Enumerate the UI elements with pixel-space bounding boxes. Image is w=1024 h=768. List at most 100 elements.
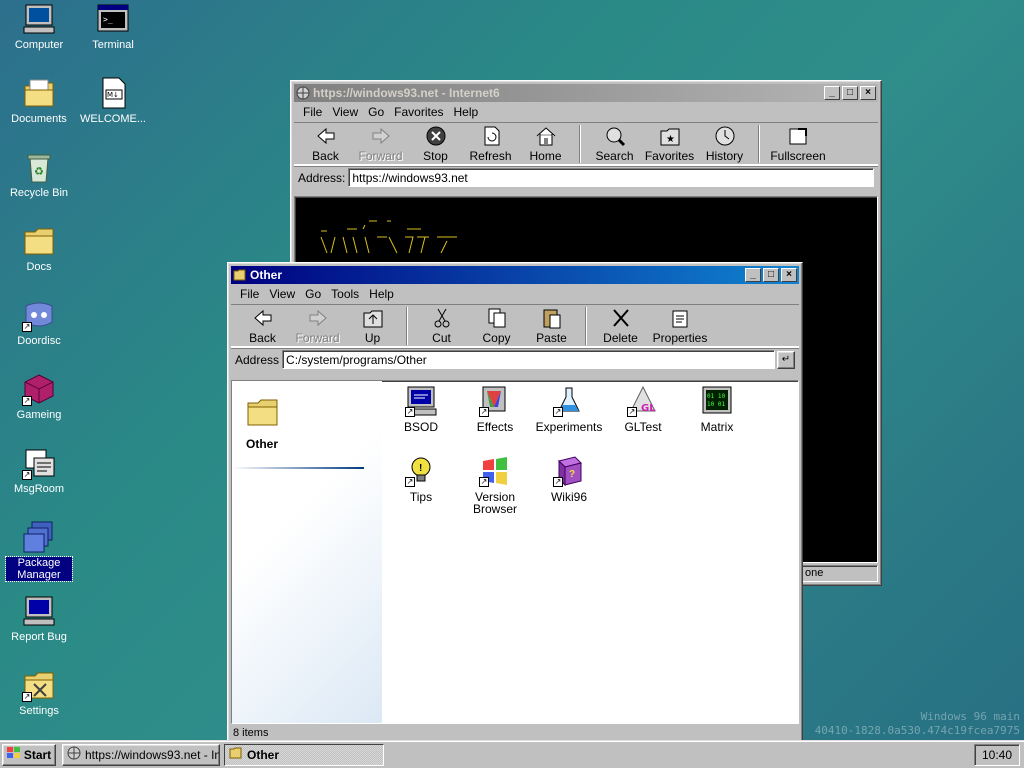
fullscreen-button[interactable]: Fullscreen bbox=[766, 125, 830, 163]
shortcut-arrow-icon: ↗ bbox=[22, 470, 32, 480]
desktop-icon-welcome[interactable]: M↓ WELCOME... bbox=[76, 76, 150, 125]
browser-address-input[interactable]: https://windows93.net bbox=[348, 168, 874, 187]
shortcut-arrow-icon: ↗ bbox=[22, 692, 32, 702]
close-button[interactable]: × bbox=[781, 268, 797, 282]
globe-icon bbox=[296, 86, 310, 100]
desktop-icon-documents[interactable]: Documents bbox=[2, 76, 76, 125]
search-button[interactable]: Search bbox=[587, 125, 642, 163]
up-button[interactable]: Up bbox=[345, 307, 400, 345]
bsod-icon: ↗ bbox=[405, 385, 437, 417]
start-button[interactable]: Start bbox=[2, 743, 56, 766]
desktop-icon-docs[interactable]: Docs bbox=[2, 224, 76, 273]
stop-button[interactable]: Stop bbox=[408, 125, 463, 163]
svg-text:>_: >_ bbox=[103, 15, 113, 24]
doordisc-icon: ↗ bbox=[22, 298, 56, 332]
maximize-button[interactable]: □ bbox=[763, 268, 779, 282]
refresh-button[interactable]: Refresh bbox=[463, 125, 518, 163]
minimize-button[interactable]: _ bbox=[824, 86, 840, 100]
menu-go[interactable]: Go bbox=[363, 105, 389, 119]
svg-text:01 10: 01 10 bbox=[707, 393, 725, 400]
explorer-titlebar[interactable]: Other _ □ × bbox=[231, 266, 799, 284]
menu-tools[interactable]: Tools bbox=[326, 287, 364, 301]
shortcut-arrow-icon: ↗ bbox=[22, 396, 32, 406]
file-item-version-browser[interactable]: ↗ Version Browser bbox=[458, 455, 532, 515]
toolbar-separator bbox=[758, 125, 760, 163]
desktop-icon-package-manager[interactable]: Package Manager bbox=[2, 520, 76, 582]
matrix-icon: 01 10 10 01 bbox=[701, 385, 733, 417]
file-item-experiments[interactable]: ↗ Experiments bbox=[532, 385, 606, 433]
menu-go[interactable]: Go bbox=[300, 287, 326, 301]
menu-view[interactable]: View bbox=[327, 105, 363, 119]
menu-help[interactable]: Help bbox=[449, 105, 484, 119]
taskbar-clock[interactable]: 10:40 bbox=[974, 744, 1020, 766]
globe-icon bbox=[67, 746, 81, 763]
delete-button[interactable]: Delete bbox=[593, 307, 648, 345]
close-button[interactable]: × bbox=[860, 86, 876, 100]
svg-text:★: ★ bbox=[666, 134, 675, 145]
explorer-address-input[interactable]: C:/system/programs/Other bbox=[282, 350, 775, 369]
file-item-gltest[interactable]: GL ↗ GLTest bbox=[606, 385, 680, 433]
report-bug-icon bbox=[22, 594, 56, 628]
file-item-effects[interactable]: ↗ Effects bbox=[458, 385, 532, 433]
desktop-icon-report-bug[interactable]: Report Bug bbox=[2, 594, 76, 643]
folder-documents-icon bbox=[22, 76, 56, 110]
forward-button[interactable]: Forward bbox=[290, 307, 345, 345]
svg-text:!: ! bbox=[419, 463, 422, 474]
file-item-wiki96[interactable]: ? ↗ Wiki96 bbox=[532, 455, 606, 503]
desktop-icon-msgroom[interactable]: ↗ MsgRoom bbox=[2, 446, 76, 495]
file-item-bsod[interactable]: ↗ BSOD bbox=[384, 385, 458, 433]
desktop-icon-terminal[interactable]: >_ Terminal bbox=[76, 2, 150, 51]
desktop-icon-computer[interactable]: Computer bbox=[2, 2, 76, 51]
explorer-statusbar: 8 items bbox=[233, 727, 269, 739]
sidebar-divider bbox=[232, 467, 364, 469]
forward-button[interactable]: Forward bbox=[353, 125, 408, 163]
toolbar-separator bbox=[579, 125, 581, 163]
copy-button[interactable]: Copy bbox=[469, 307, 524, 345]
explorer-window[interactable]: Other _ □ × File View Go Tools Help Back… bbox=[227, 262, 803, 742]
shortcut-arrow-icon: ↗ bbox=[553, 407, 563, 417]
fullscreen-icon bbox=[786, 125, 810, 147]
file-item-matrix[interactable]: 01 10 10 01 Matrix bbox=[680, 385, 754, 433]
favorites-button[interactable]: ★ Favorites bbox=[642, 125, 697, 163]
folder-up-icon bbox=[361, 307, 385, 329]
home-button[interactable]: Home bbox=[518, 125, 573, 163]
lightbulb-icon: ! ↗ bbox=[405, 455, 437, 487]
menu-favorites[interactable]: Favorites bbox=[389, 105, 448, 119]
properties-button[interactable]: Properties bbox=[648, 307, 712, 345]
browser-address-bar: Address: https://windows93.net bbox=[294, 166, 878, 188]
back-button[interactable]: Back bbox=[298, 125, 353, 163]
menu-file[interactable]: File bbox=[235, 287, 264, 301]
file-item-tips[interactable]: ! ↗ Tips bbox=[384, 455, 458, 503]
menu-file[interactable]: File bbox=[298, 105, 327, 119]
explorer-toolbar: Back Forward Up Cut Copy Paste Delete Pr… bbox=[231, 304, 799, 348]
build-watermark-line1: Windows 96 main bbox=[920, 710, 1020, 723]
explorer-sidebar: Other bbox=[232, 381, 382, 723]
taskbar-item-browser[interactable]: https://windows93.net - Int... bbox=[62, 743, 220, 766]
menu-help[interactable]: Help bbox=[364, 287, 399, 301]
maximize-button[interactable]: □ bbox=[842, 86, 858, 100]
go-arrow-icon[interactable]: ↵ bbox=[777, 350, 795, 369]
desktop-icon-recycle-bin[interactable]: ♻ Recycle Bin bbox=[2, 150, 76, 199]
folder-open-icon bbox=[233, 268, 247, 282]
home-icon bbox=[534, 125, 558, 147]
explorer-content[interactable]: Other ↗ BSOD ↗ Effects ↗ Experiments GL ↗… bbox=[231, 380, 799, 724]
desktop-icon-settings[interactable]: ↗ Settings bbox=[2, 668, 76, 717]
browser-titlebar[interactable]: https://windows93.net - Internet6 _ □ × bbox=[294, 84, 878, 102]
recycle-bin-icon: ♻ bbox=[22, 150, 56, 184]
svg-text:M↓: M↓ bbox=[107, 91, 119, 99]
browser-toolbar: Back Forward Stop Refresh Home Search ★ F… bbox=[294, 122, 878, 166]
back-button[interactable]: Back bbox=[235, 307, 290, 345]
cut-button[interactable]: Cut bbox=[414, 307, 469, 345]
desktop-icon-gameing[interactable]: ↗ Gameing bbox=[2, 372, 76, 421]
gl-cone-icon: GL ↗ bbox=[627, 385, 659, 417]
menu-view[interactable]: View bbox=[264, 287, 300, 301]
toolbar-separator bbox=[585, 307, 587, 345]
minimize-button[interactable]: _ bbox=[745, 268, 761, 282]
paste-button[interactable]: Paste bbox=[524, 307, 579, 345]
markdown-file-icon: M↓ bbox=[96, 76, 130, 110]
taskbar-item-explorer[interactable]: Other bbox=[224, 743, 384, 766]
desktop-icon-doordisc[interactable]: ↗ Doordisc bbox=[2, 298, 76, 347]
stop-icon bbox=[424, 125, 448, 147]
svg-text:GL: GL bbox=[641, 403, 656, 414]
history-button[interactable]: History bbox=[697, 125, 752, 163]
